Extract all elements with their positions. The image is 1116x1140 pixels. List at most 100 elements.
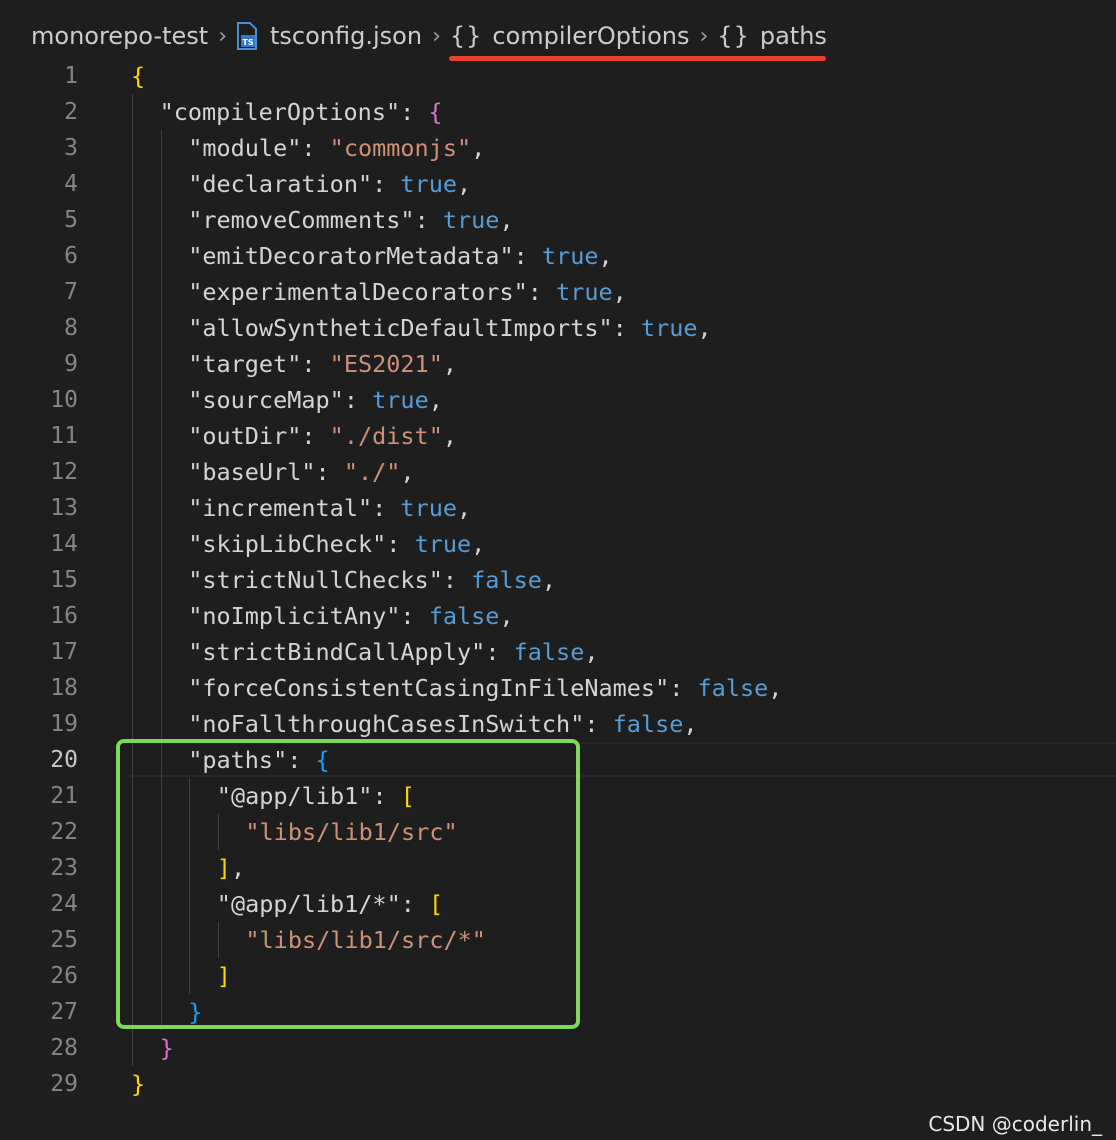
- indent-guide: [160, 454, 162, 490]
- code-token: :: [584, 710, 613, 738]
- code-token: "emitDecoratorMetadata": [188, 242, 514, 270]
- line-number: 22: [50, 819, 78, 845]
- indent-guide: [132, 490, 133, 526]
- code-token: ,: [442, 350, 458, 378]
- code-token: "target": [188, 350, 302, 378]
- code-token: :: [400, 602, 429, 630]
- code-token: "ES2021": [329, 350, 443, 378]
- code-line[interactable]: 1{: [0, 58, 1116, 94]
- code-content: "allowSyntheticDefaultImports": true,: [188, 314, 712, 342]
- code-token: "noFallthroughCasesInSwitch": [188, 710, 585, 738]
- breadcrumb-item-compiler-options[interactable]: {} compilerOptions: [450, 22, 690, 50]
- breadcrumb-paths-label: paths: [759, 22, 827, 50]
- code-token: true: [414, 530, 472, 558]
- code-line[interactable]: 8 "allowSyntheticDefaultImports": true,: [0, 310, 1116, 346]
- code-line[interactable]: 5 "removeComments": true,: [0, 202, 1116, 238]
- code-line[interactable]: 19 "noFallthroughCasesInSwitch": false,: [0, 706, 1116, 742]
- indent-guide: [160, 526, 162, 562]
- code-token: "experimentalDecorators": [188, 278, 528, 306]
- code-content: "baseUrl": "./",: [188, 458, 414, 486]
- line-number: 12: [50, 459, 78, 485]
- breadcrumb-item-paths[interactable]: {} paths: [717, 22, 827, 50]
- code-token: ,: [697, 314, 712, 342]
- code-token: "commonjs": [329, 134, 472, 162]
- indent-guide: [160, 238, 162, 274]
- code-line[interactable]: 12 "baseUrl": "./",: [0, 454, 1116, 490]
- code-content: "outDir": "./dist",: [188, 422, 457, 450]
- line-number: 18: [50, 675, 78, 701]
- indent-guide: [132, 274, 133, 310]
- indent-guide: [160, 706, 162, 742]
- code-content: "experimentalDecorators": true,: [188, 278, 627, 306]
- code-line[interactable]: 15 "strictNullChecks": false,: [0, 562, 1116, 598]
- indent-guide: [132, 382, 133, 418]
- code-content: }: [131, 1070, 145, 1098]
- code-line[interactable]: 9 "target": "ES2021",: [0, 346, 1116, 382]
- code-token: "module": [188, 134, 302, 162]
- code-line[interactable]: 18 "forceConsistentCasingInFileNames": fa…: [0, 670, 1116, 706]
- code-token: ,: [471, 134, 486, 162]
- line-number: 14: [50, 531, 78, 557]
- braces-icon: {}: [449, 22, 483, 50]
- code-line[interactable]: 14 "skipLibCheck": true,: [0, 526, 1116, 562]
- code-line[interactable]: 10 "sourceMap": true,: [0, 382, 1116, 418]
- code-line[interactable]: 13 "incremental": true,: [0, 490, 1116, 526]
- code-content: "module": "commonjs",: [188, 134, 485, 162]
- code-token: :: [612, 314, 641, 342]
- breadcrumb-item-folder[interactable]: monorepo-test: [31, 22, 208, 50]
- line-number: 13: [50, 495, 78, 521]
- code-line[interactable]: 3 "module": "commonjs",: [0, 130, 1116, 166]
- code-content: "noFallthroughCasesInSwitch": false,: [188, 710, 697, 738]
- indent-guide: [132, 454, 133, 490]
- code-content: "strictNullChecks": false,: [188, 566, 556, 594]
- code-token: ,: [457, 170, 472, 198]
- indent-guide: [132, 562, 133, 598]
- line-number: 28: [50, 1035, 78, 1061]
- code-token: :: [513, 242, 542, 270]
- indent-guide: [132, 706, 133, 742]
- code-token: }: [159, 1034, 174, 1062]
- indent-guide: [160, 346, 162, 382]
- code-token: true: [400, 494, 458, 522]
- code-token: ,: [400, 458, 415, 486]
- code-line[interactable]: 28}: [0, 1030, 1116, 1066]
- code-line[interactable]: 16 "noImplicitAny": false,: [0, 598, 1116, 634]
- code-token: "removeComments": [188, 206, 415, 234]
- code-line[interactable]: 11 "outDir": "./dist",: [0, 418, 1116, 454]
- code-token: "allowSyntheticDefaultImports": [188, 314, 613, 342]
- code-content: }: [160, 1034, 174, 1062]
- code-content: "sourceMap": true,: [188, 386, 443, 414]
- code-line[interactable]: 7 "experimentalDecorators": true,: [0, 274, 1116, 310]
- indent-guide: [132, 310, 133, 346]
- line-number: 5: [64, 207, 78, 233]
- code-token: :: [485, 638, 514, 666]
- code-content: "target": "ES2021",: [188, 350, 457, 378]
- code-token: "noImplicitAny": [188, 602, 401, 630]
- code-token: :: [442, 566, 472, 594]
- code-content: "skipLibCheck": true,: [188, 530, 485, 558]
- code-line[interactable]: 17 "strictBindCallApply": false,: [0, 634, 1116, 670]
- line-number: 8: [64, 315, 78, 341]
- code-token: "declaration": [188, 170, 373, 198]
- line-number: 10: [50, 387, 78, 413]
- code-line[interactable]: 4 "declaration": true,: [0, 166, 1116, 202]
- code-token: :: [343, 386, 373, 414]
- code-token: ,: [499, 602, 514, 630]
- code-token: ,: [499, 206, 514, 234]
- breadcrumb-folder-label: monorepo-test: [31, 22, 209, 50]
- code-token: :: [301, 422, 330, 450]
- code-token: "strictNullChecks": [188, 566, 443, 594]
- indent-guide: [160, 310, 162, 346]
- code-line[interactable]: 6 "emitDecoratorMetadata": true,: [0, 238, 1116, 274]
- line-number: 23: [50, 855, 78, 881]
- code-token: ,: [598, 242, 613, 270]
- indent-guide: [132, 202, 133, 238]
- line-number: 25: [50, 927, 78, 953]
- code-token: {: [131, 62, 146, 90]
- code-token: :: [669, 674, 698, 702]
- breadcrumb-item-file[interactable]: TS tsconfig.json: [236, 22, 422, 50]
- code-line[interactable]: 29}: [0, 1066, 1116, 1102]
- line-number: 4: [64, 171, 78, 197]
- line-number: 19: [50, 711, 78, 737]
- code-line[interactable]: 2 "compilerOptions": {: [0, 94, 1116, 130]
